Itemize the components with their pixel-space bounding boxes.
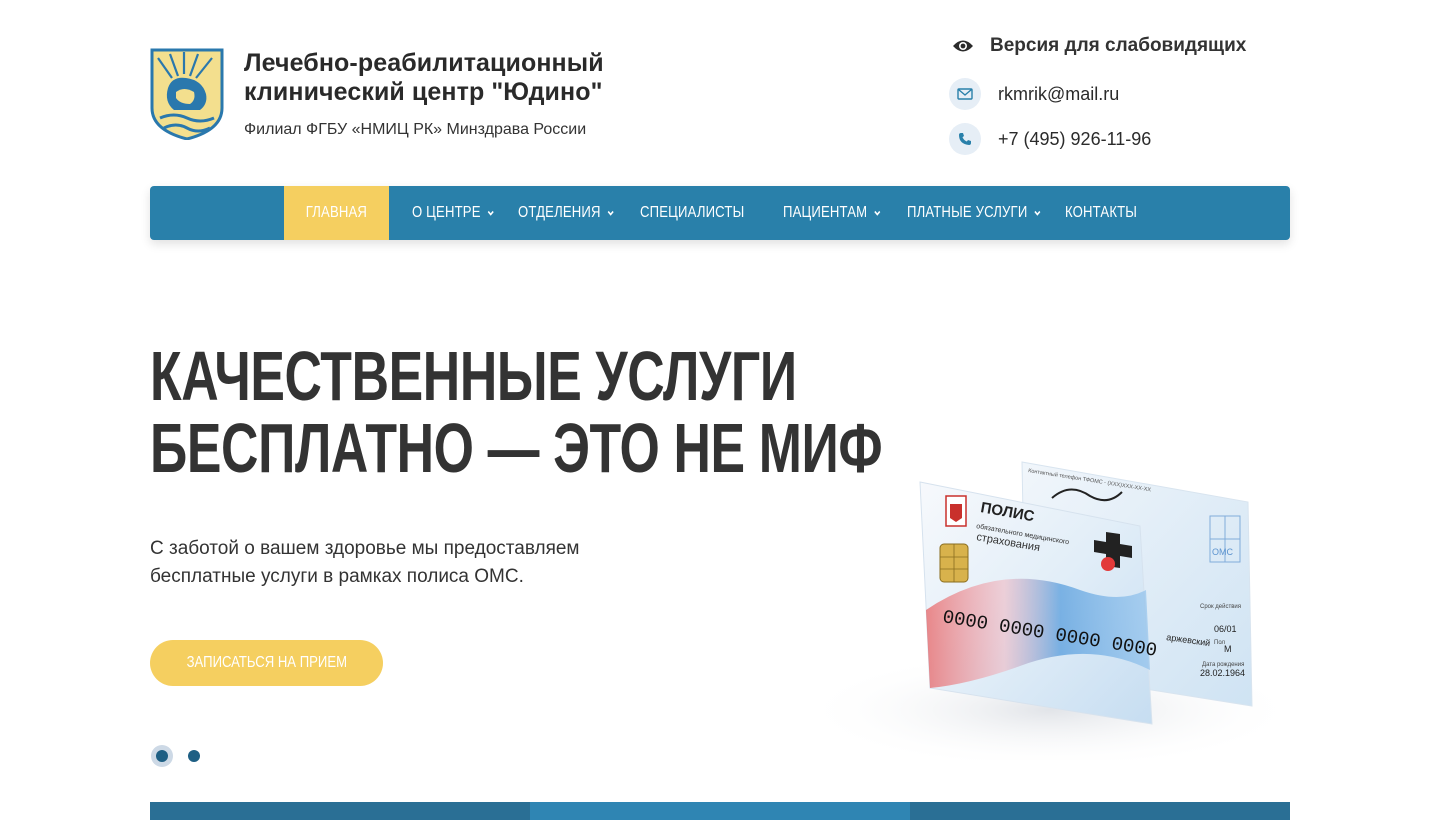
- organization-subtitle: Филиал ФГБУ «НМИЦ РК» Минздрава России: [244, 121, 587, 138]
- nav-item-specialists[interactable]: СПЕЦИАЛИСТЫ: [640, 186, 744, 240]
- envelope-icon: [949, 78, 981, 110]
- nav-item-label: ПАЦИЕНТАМ: [783, 204, 868, 221]
- hero-description-line2: бесплатные услуги в рамках полиса ОМС.: [150, 566, 524, 587]
- nav-item-about[interactable]: О ЦЕНТРЕ: [412, 186, 495, 240]
- slider-dot-1[interactable]: [156, 750, 168, 762]
- hero-title-line1: КАЧЕСТВЕННЫЕ УСЛУГИ: [150, 337, 797, 415]
- card-back-oms-text: ОМС: [1212, 547, 1233, 557]
- organization-name-line2: клинический центр "Юдино": [244, 78, 603, 106]
- nav-item-patients[interactable]: ПАЦИЕНТАМ: [783, 186, 881, 240]
- low-vision-version-label: Версия для слабовидящих: [990, 35, 1247, 56]
- eye-icon: [953, 40, 973, 52]
- feature-tab-2[interactable]: [530, 802, 910, 820]
- card-back-valid-value: 06/01: [1214, 624, 1237, 634]
- email-link[interactable]: rkmrik@mail.ru: [998, 84, 1119, 105]
- book-appointment-button[interactable]: ЗАПИСАТЬСЯ НА ПРИЕМ: [150, 640, 383, 686]
- card-back-valid-label: Срок действия: [1200, 603, 1241, 610]
- features-strip: [150, 802, 1290, 820]
- hero-title: КАЧЕСТВЕННЫЕ УСЛУГИ БЕСПЛАТНО — ЭТО НЕ М…: [150, 337, 883, 487]
- phone-contact[interactable]: +7 (495) 926-11-96: [949, 123, 1151, 155]
- nav-item-label: ОТДЕЛЕНИЯ: [518, 204, 601, 221]
- nav-item-contacts[interactable]: КОНТАКТЫ: [1065, 186, 1137, 240]
- phone-icon: [949, 123, 981, 155]
- chevron-down-icon: [487, 210, 494, 216]
- slider-dot-2[interactable]: [188, 750, 200, 762]
- nav-item-departments[interactable]: ОТДЕЛЕНИЯ: [518, 186, 615, 240]
- book-appointment-label: ЗАПИСАТЬСЯ НА ПРИЕМ: [186, 654, 347, 671]
- hero-description: С заботой о вашем здоровье мы предоставл…: [150, 535, 580, 591]
- main-navigation: ГЛАВНАЯ О ЦЕНТРЕ ОТДЕЛЕНИЯ СПЕЦИАЛИСТЫ П…: [150, 186, 1290, 240]
- chevron-down-icon: [1034, 210, 1041, 216]
- feature-tab-3[interactable]: [910, 802, 1290, 820]
- nav-item-label: СПЕЦИАЛИСТЫ: [640, 204, 745, 221]
- card-back-dob-value: 28.02.1964: [1200, 668, 1245, 678]
- nav-item-label: КОНТАКТЫ: [1065, 204, 1138, 221]
- nav-item-label: ПЛАТНЫЕ УСЛУГИ: [907, 204, 1028, 221]
- page: Лечебно-реабилитационный клинический цен…: [0, 0, 1440, 820]
- card-back-sex-value: М: [1224, 644, 1232, 654]
- nav-item-home[interactable]: ГЛАВНАЯ: [284, 186, 389, 240]
- phone-link[interactable]: +7 (495) 926-11-96: [998, 129, 1151, 150]
- organization-name[interactable]: Лечебно-реабилитационный клинический цен…: [244, 49, 604, 107]
- organization-name-line1: Лечебно-реабилитационный: [244, 49, 604, 77]
- nav-item-label: О ЦЕНТРЕ: [412, 204, 481, 221]
- hero-description-line1: С заботой о вашем здоровье мы предоставл…: [150, 538, 580, 559]
- slider-pagination: [156, 750, 200, 762]
- low-vision-version-link[interactable]: Версия для слабовидящих: [952, 33, 1246, 59]
- feature-tab-1[interactable]: [150, 802, 530, 820]
- nav-item-label: ГЛАВНАЯ: [305, 204, 368, 221]
- chevron-down-icon: [607, 210, 614, 216]
- email-contact[interactable]: rkmrik@mail.ru: [949, 78, 1119, 110]
- oms-policy-card-illustration: Контактный телефон ТФОМС - (XXX)XXX-XX-X…: [800, 461, 1290, 760]
- logo[interactable]: [150, 48, 224, 140]
- nav-item-paid-services[interactable]: ПЛАТНЫЕ УСЛУГИ: [907, 186, 1041, 240]
- chevron-down-icon: [874, 210, 881, 216]
- hero-title-line2: БЕСПЛАТНО — ЭТО НЕ МИФ: [150, 409, 883, 487]
